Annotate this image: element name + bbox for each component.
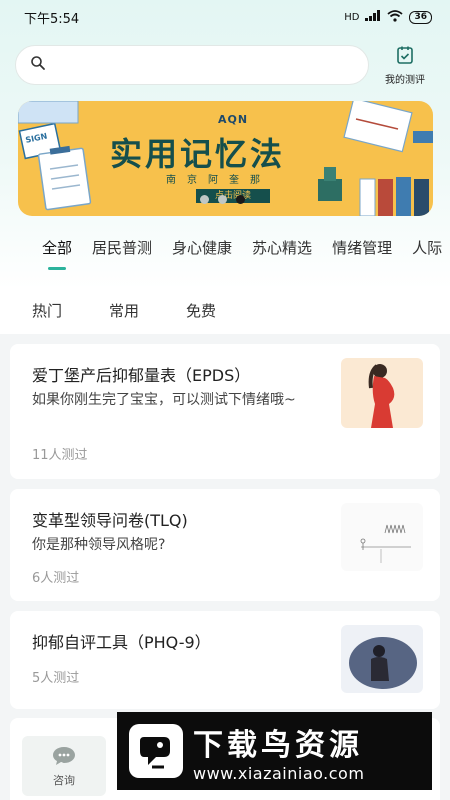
card-description: 你是那种领导风格呢?: [32, 537, 166, 553]
watermark-text: 下载鸟资源 www.xiazainiao.com: [193, 720, 364, 783]
status-bar: 下午5:54 HD 36: [0, 0, 450, 34]
status-time: 下午5:54: [24, 11, 80, 27]
consult-label: 咨询: [53, 774, 75, 787]
tab-emotion-management[interactable]: 情绪管理: [332, 237, 392, 258]
carousel-indicator: [200, 195, 245, 204]
battery-icon: 36: [409, 10, 432, 24]
card-thumbnail: [341, 625, 423, 693]
my-test-label: 我的测评: [385, 75, 425, 86]
banner-brand: AQN: [218, 113, 249, 126]
card-title: 抑郁自评工具（PHQ-9）: [32, 633, 211, 652]
carousel-dot-active[interactable]: [236, 195, 245, 204]
test-card-phq9[interactable]: 抑郁自评工具（PHQ-9） 5人测过: [10, 611, 440, 709]
banner-subtitle: 南京阿奎那: [166, 175, 271, 186]
tab-interpersonal[interactable]: 人际: [412, 237, 442, 258]
card-title: 爱丁堡产后抑郁量表（EPDS）: [32, 366, 251, 385]
leadership-sketch-image: [360, 524, 411, 563]
filter-hot[interactable]: 热门: [32, 300, 62, 321]
clipboard-icon: [395, 45, 415, 68]
pregnant-woman-image: [368, 364, 395, 428]
tab-mind-body-health[interactable]: 身心健康: [172, 237, 232, 258]
category-tabs: 全部 居民普测 身心健康 苏心精选 情绪管理 人际: [0, 225, 450, 270]
search-icon: [30, 55, 46, 75]
card-count: 5人测过: [32, 671, 80, 686]
consult-button[interactable]: 咨询: [22, 736, 106, 796]
watermark: 下载鸟资源 www.xiazainiao.com: [117, 712, 432, 790]
test-card-epds[interactable]: 爱丁堡产后抑郁量表（EPDS） 如果你刚生完了宝宝，可以测试下情绪哦~ 11人测…: [10, 344, 440, 479]
carousel-dot[interactable]: [200, 195, 209, 204]
card-count: 6人测过: [32, 571, 80, 586]
wifi-icon: [387, 9, 404, 25]
depressed-person-image: [349, 637, 417, 689]
card-thumbnail: [341, 503, 423, 571]
filter-common[interactable]: 常用: [109, 300, 139, 321]
banner-title: 实用记忆法: [110, 135, 286, 173]
carousel-dot[interactable]: [218, 195, 227, 204]
card-title: 变革型领导问卷(TLQ): [32, 511, 188, 530]
search-bar[interactable]: [15, 45, 369, 85]
filter-bar: 热门 常用 免费: [0, 286, 450, 334]
status-icons: HD 36: [344, 9, 432, 25]
search-input[interactable]: [46, 46, 368, 84]
tab-suxin-picks[interactable]: 苏心精选: [252, 237, 312, 258]
tab-resident-survey[interactable]: 居民普测: [92, 237, 152, 258]
signal-icon: [365, 10, 381, 24]
signal-label: HD: [344, 11, 360, 23]
bird-logo-icon: [129, 724, 183, 778]
watermark-url: www.xiazainiao.com: [193, 763, 365, 783]
card-count: 11人测过: [32, 448, 88, 463]
test-card-tlq[interactable]: 变革型领导问卷(TLQ) 你是那种领导风格呢? 6人测过: [10, 489, 440, 601]
tab-all[interactable]: 全部: [42, 237, 72, 270]
filter-free[interactable]: 免费: [186, 300, 216, 321]
watermark-name: 下载鸟资源: [193, 727, 363, 763]
my-test-button[interactable]: 我的测评: [375, 45, 435, 87]
card-thumbnail: [341, 358, 423, 428]
card-description: 如果你刚生完了宝宝，可以测试下情绪哦~: [32, 392, 296, 408]
chat-icon: [52, 746, 76, 769]
